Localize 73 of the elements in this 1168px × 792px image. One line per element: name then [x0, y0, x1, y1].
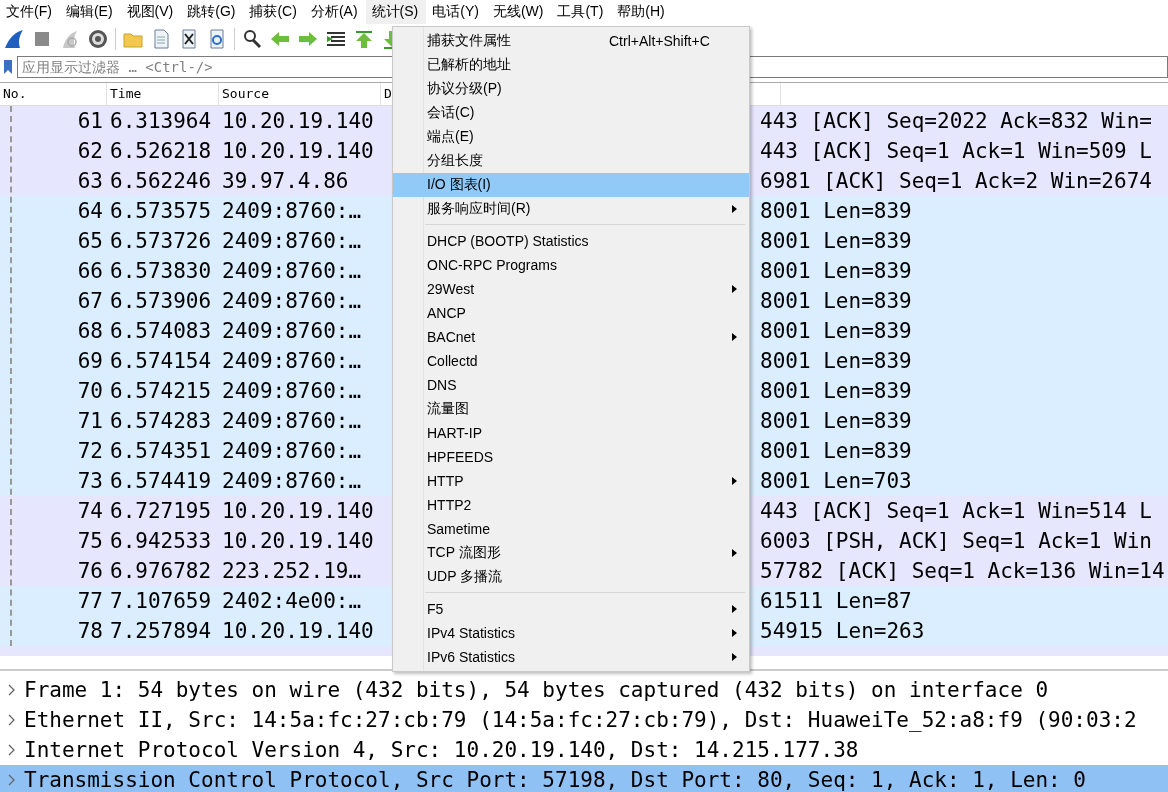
table-cell-text: 6.573726 — [110, 229, 213, 253]
table-cell-text: 2409:8760:… — [222, 439, 363, 463]
table-cell-text: 6.976782 — [110, 559, 213, 583]
table-cell: 443 [ACK] Seq=2022 Ack=832 Win= — [760, 109, 1152, 133]
table-cell: 8001 Len=839 — [760, 379, 912, 403]
table-cell: 443 [ACK] Seq=1 Ack=1 Win=509 L — [760, 139, 1152, 163]
table-cell: 6981 [ACK] Seq=1 Ack=2 Win=2674 — [760, 169, 1152, 193]
table-cell: 443 [ACK] Seq=1 Ack=1 Win=514 L — [760, 499, 1152, 523]
table-cell-text: 6.574419 — [110, 469, 213, 493]
table-cell-text: 2409:8760:… — [222, 319, 363, 343]
table-cell-text: 76 — [76, 559, 103, 583]
table-cell-text: 6.574215 — [110, 379, 213, 403]
table-cell: 8001 Len=839 — [760, 439, 912, 463]
table-cell: 57782 [ACK] Seq=1 Ack=136 Win=14 — [760, 559, 1165, 583]
table-cell-text: 71 — [76, 409, 103, 433]
table-cell-text: 6.727195 — [110, 499, 213, 523]
table-cell-text: 2409:8760:… — [222, 409, 363, 433]
table-cell-text: 2409:8760:… — [222, 199, 363, 223]
table-cell-text: 69 — [76, 349, 103, 373]
table-cell-text: 6.573906 — [110, 289, 213, 313]
table-cell-text: 2409:8760:… — [222, 349, 363, 373]
table-cell: 6003 [PSH, ACK] Seq=1 Ack=1 Win — [760, 529, 1152, 553]
table-cell-text: 39.97.4.86 — [222, 169, 350, 193]
shortcut-label: Ctrl+Alt+Shift+C — [609, 33, 710, 49]
table-cell: 8001 Len=839 — [760, 409, 912, 433]
table-cell-text: 10.20.19.140 — [222, 109, 375, 133]
table-cell-text: 10.20.19.140 — [222, 619, 375, 643]
table-cell-text: 10.20.19.140 — [222, 139, 375, 163]
table-cell: 54915 Len=263 — [760, 619, 925, 643]
table-cell-text: 6.313964 — [110, 109, 213, 133]
table-cell-text: 72 — [76, 439, 103, 463]
table-cell-text: 70 — [76, 379, 103, 403]
table-cell: 61511 Len=87 — [760, 589, 912, 613]
table-cell-text: 6.573575 — [110, 199, 213, 223]
table-cell-text: 6.574083 — [110, 319, 213, 343]
table-cell-text: 61 — [76, 109, 103, 133]
table-cell-text: 63 — [76, 169, 103, 193]
table-cell-text: 7.107659 — [110, 589, 213, 613]
table-cell-text: 68 — [76, 319, 103, 343]
table-cell-text: 2409:8760:… — [222, 229, 363, 253]
table-cell-text: 2409:8760:… — [222, 289, 363, 313]
table-cell: 8001 Len=839 — [760, 229, 912, 253]
table-cell-text: 6.573830 — [110, 259, 213, 283]
table-cell-text: 6.574351 — [110, 439, 213, 463]
table-cell: 8001 Len=839 — [760, 259, 912, 283]
table-cell-text: 62 — [76, 139, 103, 163]
table-cell-text: 10.20.19.140 — [222, 529, 375, 553]
table-cell: 8001 Len=839 — [760, 319, 912, 343]
table-cell-text: 66 — [76, 259, 103, 283]
table-cell-text: 2409:8760:… — [222, 379, 363, 403]
table-cell-text: 6.526218 — [110, 139, 213, 163]
table-cell-text: 74 — [76, 499, 103, 523]
table-cell-text: 6.942533 — [110, 529, 213, 553]
table-cell-text: 2409:8760:… — [222, 469, 363, 493]
table-cell: 8001 Len=703 — [760, 469, 912, 493]
table-cell-text: 75 — [76, 529, 103, 553]
table-cell-text: 73 — [76, 469, 103, 493]
table-cell-text: 7.257894 — [110, 619, 213, 643]
table-cell: 8001 Len=839 — [760, 289, 912, 313]
table-cell-text: 2402:4e00:… — [222, 589, 363, 613]
table-cell-text: 10.20.19.140 — [222, 499, 375, 523]
table-cell-text: 64 — [76, 199, 103, 223]
table-cell-text: 223.252.19… — [222, 559, 363, 583]
table-cell-text: 65 — [76, 229, 103, 253]
table-cell-text: 67 — [76, 289, 103, 313]
table-cell-text: 2409:8760:… — [222, 259, 363, 283]
table-cell: 8001 Len=839 — [760, 349, 912, 373]
table-cell-text: 78 — [76, 619, 103, 643]
table-cell-text: 77 — [76, 589, 103, 613]
table-cell-text: 6.562246 — [110, 169, 213, 193]
table-cell-text: 6.574154 — [110, 349, 213, 373]
table-cell-text: 6.574283 — [110, 409, 213, 433]
table-cell: 8001 Len=839 — [760, 199, 912, 223]
